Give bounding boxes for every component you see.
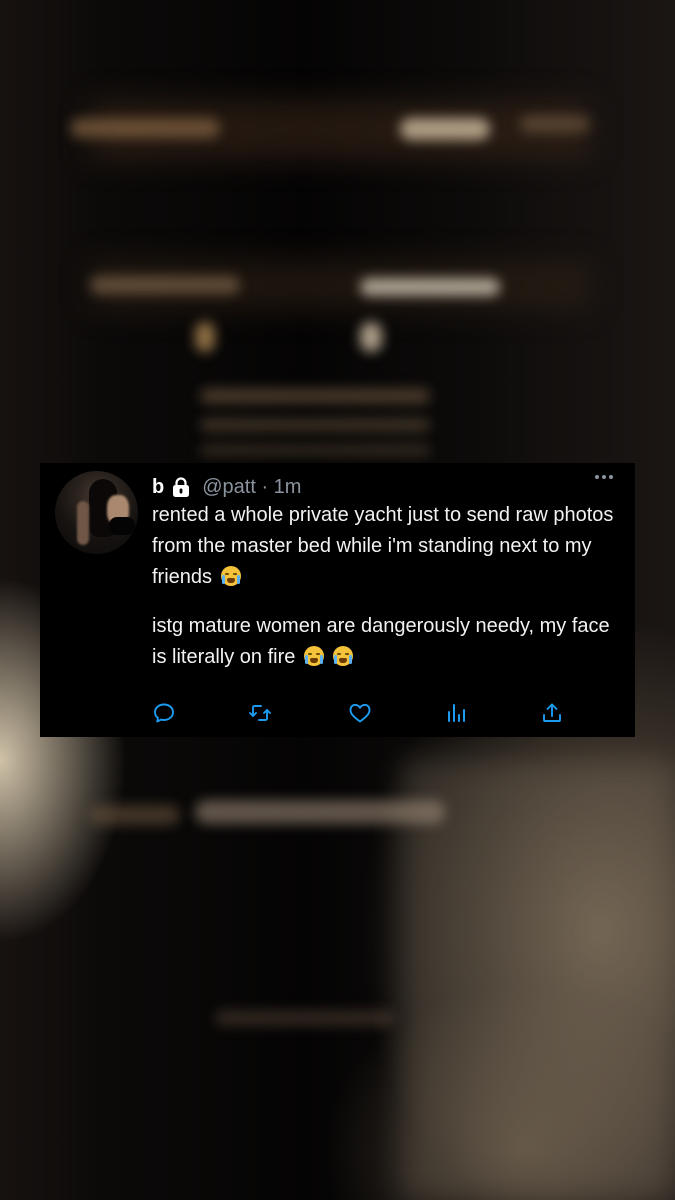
- retweet-icon[interactable]: [248, 701, 272, 725]
- analytics-icon[interactable]: [444, 701, 468, 725]
- tweet-paragraph: rented a whole private yacht just to sen…: [152, 500, 622, 593]
- tweet-text: rented a whole private yacht just to sen…: [152, 500, 622, 691]
- avatar[interactable]: [55, 471, 138, 554]
- lock-icon: [170, 476, 192, 498]
- heart-icon[interactable]: [348, 701, 372, 725]
- more-options-icon[interactable]: [595, 475, 613, 479]
- tweet-action-bar: [152, 701, 564, 725]
- display-name[interactable]: b: [152, 476, 164, 499]
- share-icon[interactable]: [540, 701, 564, 725]
- handle-and-time[interactable]: @patt · 1m: [202, 476, 301, 499]
- tweet-header: b @patt · 1m: [152, 474, 301, 500]
- reply-icon[interactable]: [152, 701, 176, 725]
- tweet-card: b @patt · 1m rented a whole private yach…: [40, 463, 635, 737]
- tweet-paragraph-text: istg mature women are dangerously needy,…: [152, 615, 610, 668]
- loudly-crying-face-emoji-icon: [303, 646, 324, 666]
- loudly-crying-face-emoji-icon: [332, 646, 353, 666]
- tweet-paragraph: istg mature women are dangerously needy,…: [152, 611, 622, 673]
- loudly-crying-face-emoji-icon: [220, 566, 241, 586]
